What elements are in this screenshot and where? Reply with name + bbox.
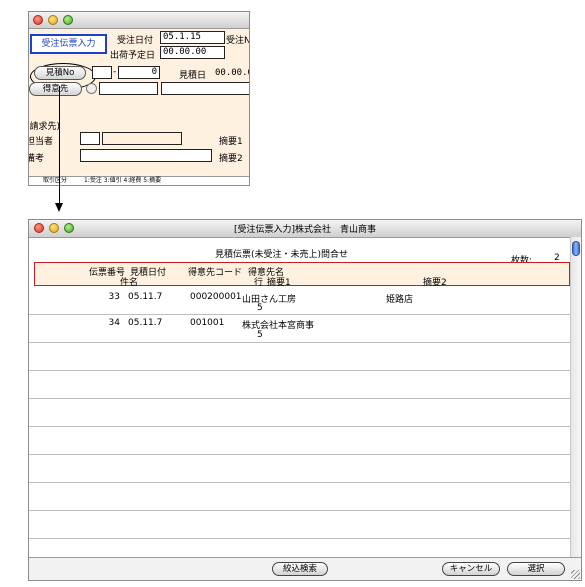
callout-arrow-line [59, 86, 60, 204]
customer-name-field[interactable] [161, 82, 249, 95]
zoom-icon[interactable] [63, 15, 73, 25]
row-customer-name: 株式会社本宮商事 [242, 321, 315, 331]
dash-separator: - [113, 67, 117, 77]
row-divider [29, 314, 571, 315]
resize-grip-icon[interactable] [571, 570, 580, 579]
staff-code-field[interactable] [80, 132, 100, 145]
column-header: 伝票番号 見積日付 件名 得意先コード 得意先名 行 摘要1 摘要2 [34, 262, 570, 288]
row-divider [29, 426, 571, 427]
estimate-prefix-field[interactable] [92, 66, 112, 79]
estimate-no-field[interactable]: 0 [118, 66, 160, 79]
header-summary2: 摘要2 [423, 278, 447, 288]
status-left-text: 取引区分 [43, 177, 68, 184]
header-summary1: 摘要1 [267, 278, 291, 288]
header-item-name: 件名 [120, 278, 139, 288]
summary2-label: 摘要2 [219, 154, 243, 164]
summary1-field[interactable] [249, 132, 250, 145]
minimize-icon[interactable] [48, 15, 58, 25]
staff-label: 担当者 [28, 137, 54, 147]
radio-icon[interactable] [86, 83, 97, 94]
summary1-label: 摘要1 [219, 137, 243, 147]
order-entry-titlebar [29, 12, 249, 29]
ship-date-field[interactable]: 00.00.00 [160, 46, 225, 59]
customer-code-field[interactable] [99, 82, 158, 95]
estimate-no-button[interactable]: 見積No [34, 66, 86, 80]
order-date-field[interactable]: 05.1.15 [160, 31, 225, 44]
estimate-inquiry-window: [受注伝票入力]株式会社 青山商事 見積伝票(未受注・未売上)問合せ 枚数: 2… [28, 219, 582, 581]
row-divider [29, 482, 571, 483]
inquiry-subtitle: 見積伝票(未受注・未売上)問合せ [215, 250, 349, 260]
filter-search-button[interactable]: 絞込検索 [272, 562, 328, 576]
row-customer-name: 山田さん工房 [242, 295, 297, 305]
vertical-scrollbar[interactable] [570, 237, 581, 560]
scrollbar-thumb[interactable] [572, 241, 580, 256]
billing-label: (請求先) [28, 122, 61, 132]
ship-date-label: 出荷予定日 [110, 51, 156, 61]
row-divider [29, 398, 571, 399]
customer-button[interactable]: 得意先 [29, 82, 82, 96]
row-divider [29, 342, 571, 343]
row-slip-no: 33 [108, 292, 120, 302]
row-divider [29, 454, 571, 455]
row-customer-code: 000200001 [190, 292, 242, 302]
form-title: 受注伝票入力 [30, 34, 107, 54]
order-no-label: 受注N [226, 36, 250, 46]
close-icon[interactable] [33, 15, 43, 25]
status-right-text: 1:受注 3:値引 4:経費 5:摘要 [84, 177, 162, 184]
row-date: 05.11.7 [128, 318, 163, 328]
window-title: [受注伝票入力]株式会社 青山商事 [233, 225, 377, 235]
order-date-label: 受注日付 [117, 36, 154, 46]
inquiry-titlebar: [受注伝票入力]株式会社 青山商事 [29, 220, 581, 238]
remarks-label: 備考 [29, 154, 45, 164]
remarks-field[interactable] [80, 149, 212, 162]
row-divider [29, 510, 571, 511]
row-line-no: 5 [257, 303, 263, 313]
estimate-date-label: 見積日 [179, 71, 207, 81]
summary2-field[interactable] [249, 149, 250, 162]
header-row: 行 [254, 278, 264, 288]
order-entry-window: 受注伝票入力 受注日付 05.1.15 受注N 出荷予定日 00.00.00 見… [28, 11, 250, 186]
cancel-button[interactable]: キャンセル [442, 562, 500, 576]
row-divider [29, 370, 571, 371]
row-customer-code: 001001 [190, 318, 225, 328]
row-summary2: 姫路店 [386, 295, 414, 305]
header-customer-code: 得意先コード [188, 268, 243, 278]
button-bar: 絞込検索 キャンセル 選択 [29, 557, 581, 580]
callout-arrow-head [55, 203, 63, 212]
row-date: 05.11.7 [128, 292, 163, 302]
row-line-no: 5 [257, 330, 263, 340]
staff-name-field [102, 132, 182, 145]
estimate-date-value: 00.00.0 [215, 68, 250, 78]
status-strip: 取引区分 1:受注 3:値引 4:経費 5:摘要 [29, 176, 249, 185]
row-divider [29, 538, 571, 539]
row-slip-no: 34 [108, 318, 120, 328]
select-button[interactable]: 選択 [507, 562, 565, 576]
